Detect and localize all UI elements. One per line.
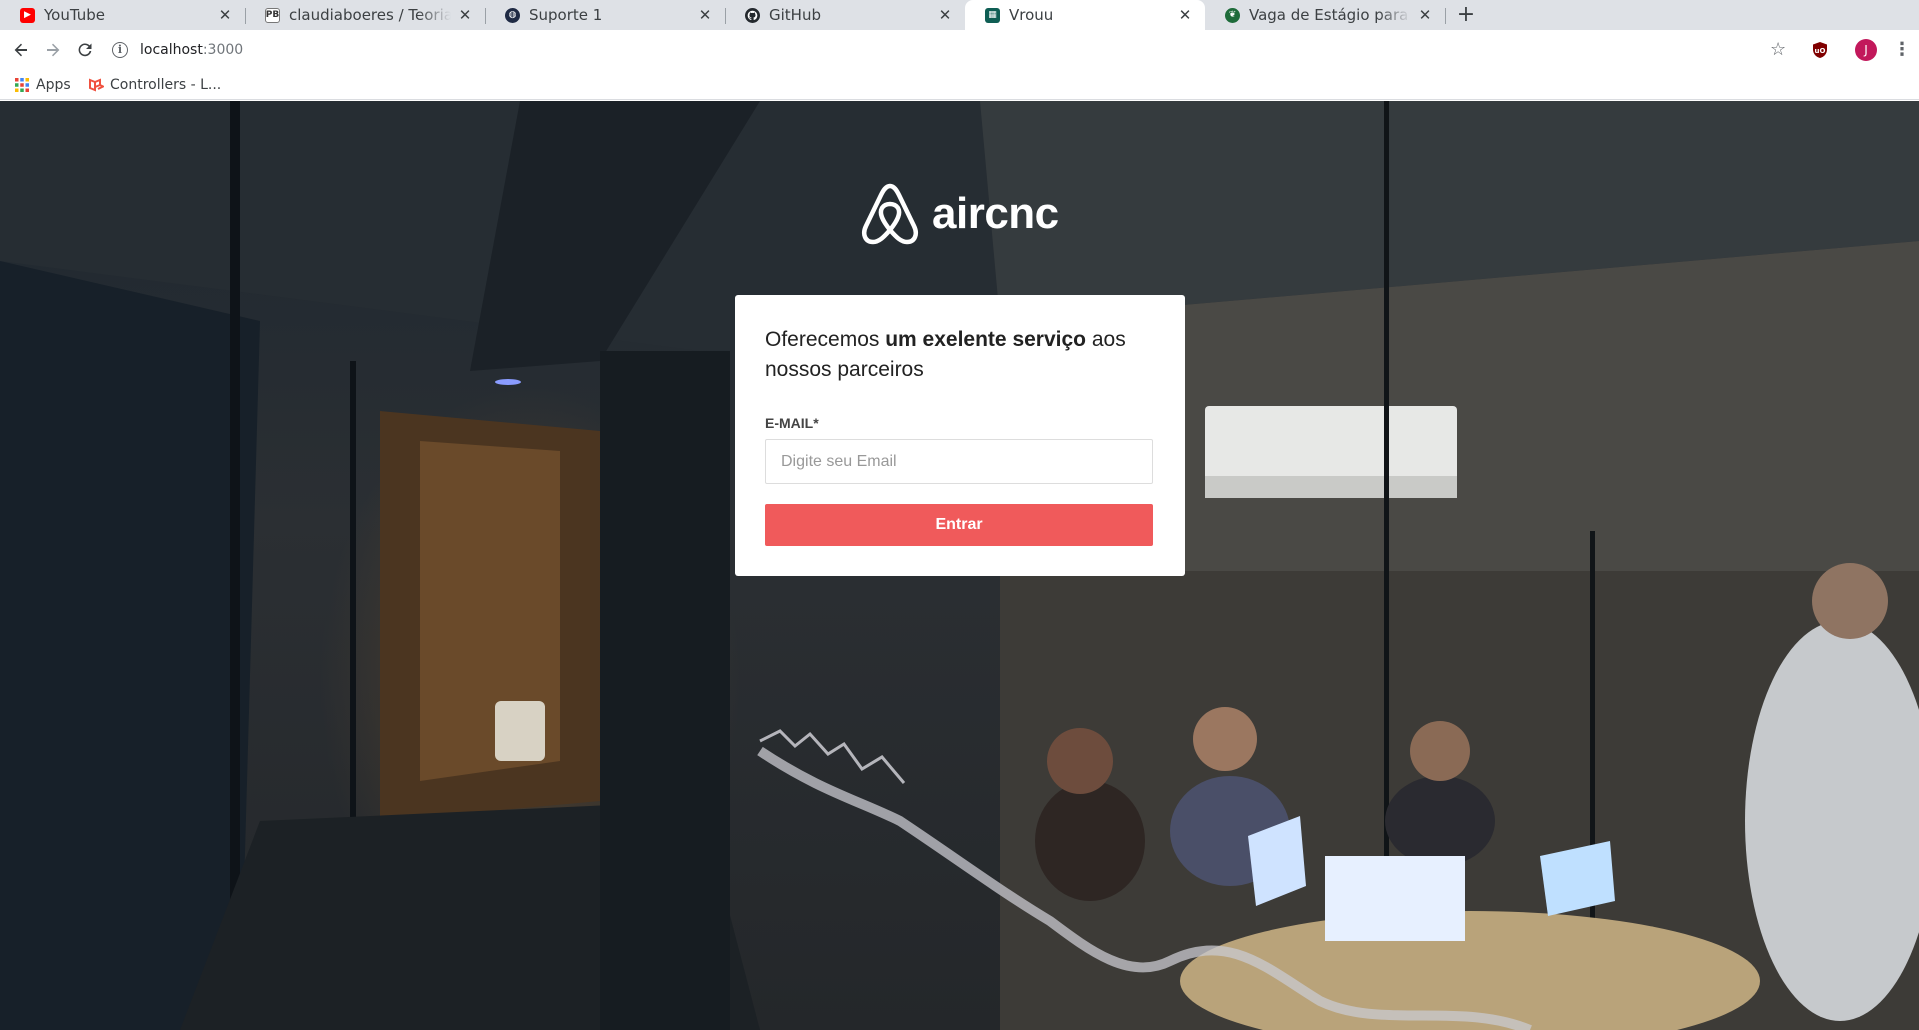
submit-button[interactable]: Entrar bbox=[765, 504, 1153, 546]
address-bar[interactable]: i localhost:3000 bbox=[112, 36, 1752, 64]
reload-icon bbox=[78, 43, 92, 57]
tab-github[interactable]: GitHub ✕ bbox=[725, 0, 965, 30]
forward-button[interactable] bbox=[40, 37, 66, 63]
login-card: Oferecemos um exelente serviço aos nosso… bbox=[735, 295, 1185, 576]
page-viewport: aircnc Oferecemos um exelente serviço ao… bbox=[0, 101, 1919, 1030]
tab-title: claudiaboeres / Teoria dos Grafos bbox=[289, 6, 451, 24]
close-icon[interactable]: ✕ bbox=[697, 7, 713, 23]
aircnc-logo: aircnc bbox=[860, 181, 1059, 247]
browser-toolbar: i localhost:3000 ☆ uO J ⋮ bbox=[0, 30, 1919, 70]
back-button[interactable] bbox=[8, 37, 34, 63]
bookmarks-bar: Apps Controllers - L... bbox=[0, 70, 1919, 100]
email-input[interactable] bbox=[765, 439, 1153, 484]
more-menu-icon[interactable]: ⋮ bbox=[1893, 39, 1911, 61]
bookmark-label: Apps bbox=[36, 77, 71, 93]
email-label: E-MAIL* bbox=[765, 415, 819, 431]
profile-avatar[interactable]: J bbox=[1855, 39, 1877, 61]
close-icon[interactable]: ✕ bbox=[217, 7, 233, 23]
svg-text:uO: uO bbox=[1815, 47, 1826, 55]
tab-title: GitHub bbox=[769, 6, 821, 24]
tab-title: YouTube bbox=[44, 6, 105, 24]
intro-prefix: Oferecemos bbox=[765, 328, 886, 351]
tab-strip: ▶ YouTube ✕ PB claudiaboeres / Teoria do… bbox=[0, 0, 1919, 30]
github-icon bbox=[745, 7, 760, 23]
tab-title: Suporte 1 bbox=[529, 6, 603, 24]
reload-button[interactable] bbox=[72, 37, 98, 63]
new-tab-button[interactable]: + bbox=[1453, 2, 1479, 28]
url-port: :3000 bbox=[202, 42, 244, 58]
info-icon[interactable]: i bbox=[112, 42, 128, 58]
tab-youtube[interactable]: ▶ YouTube ✕ bbox=[0, 0, 245, 30]
bookmark-label: Controllers - L... bbox=[110, 77, 222, 93]
close-icon[interactable]: ✕ bbox=[1177, 7, 1193, 23]
laravel-icon bbox=[89, 78, 104, 92]
intro-highlight: um exelente serviço bbox=[885, 328, 1086, 351]
arrow-left-icon bbox=[14, 43, 27, 57]
arrow-right-icon bbox=[47, 43, 60, 57]
intro-text: Oferecemos um exelente serviço aos nosso… bbox=[765, 325, 1155, 385]
logo-wordmark: aircnc bbox=[932, 189, 1059, 238]
tab-title: Vrouu bbox=[1009, 6, 1054, 24]
bookmark-controllers[interactable]: Controllers - L... bbox=[88, 75, 221, 95]
pb-icon: PB bbox=[265, 7, 280, 23]
globe-icon: ◍ bbox=[505, 7, 520, 23]
close-icon[interactable]: ✕ bbox=[1417, 7, 1433, 23]
tab-vaga[interactable]: ❦ Vaga de Estágio para Desenvolvedor ✕ bbox=[1205, 0, 1445, 30]
airbnb-logo-icon bbox=[862, 183, 918, 245]
apps-grid-icon bbox=[15, 78, 29, 92]
tab-separator bbox=[1445, 8, 1446, 24]
vrouu-icon: ▦ bbox=[985, 7, 1000, 23]
close-icon[interactable]: ✕ bbox=[937, 7, 953, 23]
tab-vrouu[interactable]: ▦ Vrouu ✕ bbox=[965, 0, 1205, 30]
url-host: localhost bbox=[140, 42, 203, 58]
leaf-icon: ❦ bbox=[1225, 7, 1240, 23]
bookmark-apps[interactable]: Apps bbox=[14, 75, 71, 95]
youtube-icon: ▶ bbox=[20, 7, 35, 23]
tab-grafos[interactable]: PB claudiaboeres / Teoria dos Grafos ✕ bbox=[245, 0, 485, 30]
tab-suporte[interactable]: ◍ Suporte 1 ✕ bbox=[485, 0, 725, 30]
tab-title: Vaga de Estágio para Desenvolvedor bbox=[1249, 6, 1411, 24]
ublock-extension-icon[interactable]: uO bbox=[1811, 41, 1829, 59]
close-icon[interactable]: ✕ bbox=[457, 7, 473, 23]
bookmark-star-icon[interactable]: ☆ bbox=[1770, 39, 1786, 60]
